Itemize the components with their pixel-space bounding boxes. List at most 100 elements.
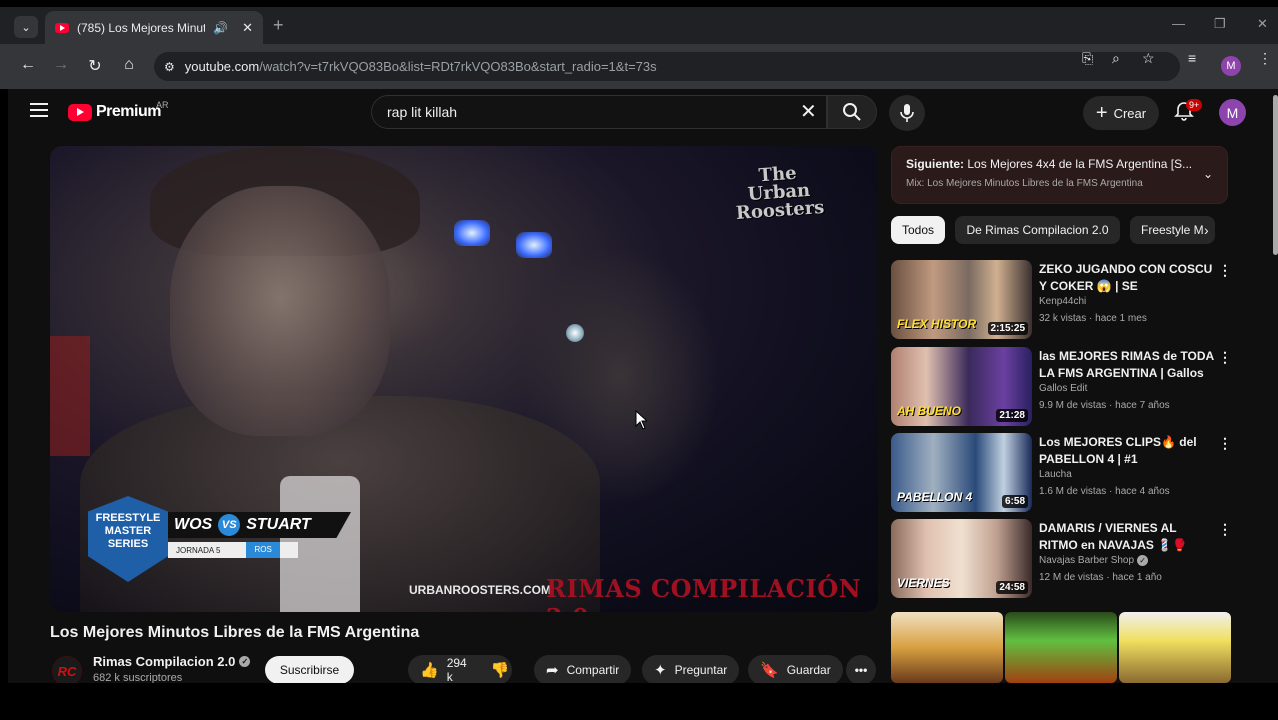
recommendation-title[interactable]: DAMARIS / VIERNES AL RITMO en NAVAJAS 💈🥊 bbox=[1039, 520, 1214, 554]
chip-all[interactable]: Todos bbox=[891, 216, 946, 244]
up-next-card[interactable]: Siguiente: Los Mejores 4x4 de la FMS Arg… bbox=[891, 146, 1228, 204]
close-tab-icon[interactable]: ✕ bbox=[242, 20, 253, 36]
video-rapper-hand bbox=[520, 246, 720, 506]
duration-badge: 6:58 bbox=[1001, 495, 1028, 508]
share-button[interactable]: ➦ Compartir bbox=[534, 655, 632, 683]
like-count[interactable]: 294 k bbox=[447, 656, 467, 683]
video-thumbnail[interactable]: FLEX HISTOR 2:15:25 bbox=[891, 260, 1032, 339]
mic-reflection bbox=[566, 324, 584, 342]
chevron-right-icon[interactable]: › bbox=[1204, 222, 1209, 238]
media-control-icon[interactable]: ≡ bbox=[1188, 50, 1196, 66]
more-actions-button[interactable]: ••• bbox=[846, 655, 876, 683]
forward-icon[interactable]: → bbox=[51, 56, 71, 74]
more-vertical-icon[interactable]: ⋮ bbox=[1218, 521, 1232, 538]
menu-icon[interactable] bbox=[30, 103, 48, 117]
restore-icon[interactable]: ❐ bbox=[1214, 16, 1226, 32]
verified-icon: ✓ bbox=[1137, 555, 1149, 566]
notification-badge: 9+ bbox=[1186, 99, 1203, 111]
voice-search-button[interactable] bbox=[889, 95, 925, 131]
chip-freestyle[interactable]: Freestyle M bbox=[1130, 216, 1215, 244]
country-code: AR bbox=[156, 100, 169, 110]
reload-icon[interactable]: ↻ bbox=[85, 56, 105, 76]
shorts-row bbox=[891, 612, 1231, 683]
thumbnail-caption: PABELLON 4 bbox=[897, 490, 973, 504]
dislike-icon[interactable]: 👎 bbox=[491, 661, 510, 679]
video-site-watermark: URBANROOSTERS.COM bbox=[409, 583, 552, 597]
next-title-line: Siguiente: Los Mejores 4x4 de la FMS Arg… bbox=[906, 157, 1191, 171]
short-thumbnail[interactable] bbox=[1005, 612, 1117, 683]
battle-versus-bar: WOS VS STUART bbox=[168, 512, 351, 538]
back-icon[interactable]: ← bbox=[18, 56, 38, 74]
duration-badge: 24:58 bbox=[996, 581, 1028, 594]
subscribe-button[interactable]: Suscribirse bbox=[265, 656, 354, 683]
recommendation-channel[interactable]: Laucha bbox=[1039, 469, 1072, 480]
video-thumbnail[interactable]: AH BUENO 21:28 bbox=[891, 347, 1032, 426]
save-button[interactable]: 🔖 Guardar bbox=[748, 655, 843, 683]
recommendation-title[interactable]: ZEKO JUGANDO CON COSCU Y COKER 😱 | SE DE… bbox=[1039, 261, 1214, 295]
browser-menu-icon[interactable]: ⋮ bbox=[1258, 50, 1272, 67]
create-button[interactable]: + Crear bbox=[1083, 96, 1159, 130]
browser-profile-avatar[interactable]: M bbox=[1221, 56, 1241, 76]
more-vertical-icon[interactable]: ⋮ bbox=[1218, 435, 1232, 452]
video-title: Los Mejores Minutos Libres de la FMS Arg… bbox=[50, 624, 420, 641]
video-player[interactable]: The Urban Roosters FREESTYLE MASTER SERI… bbox=[50, 146, 878, 612]
ask-label: Preguntar bbox=[674, 663, 728, 677]
youtube-play-icon bbox=[68, 103, 92, 121]
clear-search-icon[interactable]: ✕ bbox=[800, 99, 817, 124]
thumbnail-caption: VIERNES bbox=[897, 576, 950, 590]
thumbnail-caption: FLEX HISTOR bbox=[897, 317, 977, 331]
search-button[interactable] bbox=[827, 95, 877, 129]
like-icon[interactable]: 👍 bbox=[420, 661, 439, 679]
youtube-logo[interactable]: Premium bbox=[68, 103, 161, 121]
address-bar[interactable]: ⚙ youtube.com/watch?v=t7rkVQO83Bo&list=R… bbox=[154, 52, 1180, 81]
close-window-icon[interactable]: ✕ bbox=[1257, 16, 1268, 32]
chevron-down-icon[interactable]: ⌄ bbox=[1203, 167, 1213, 181]
tab-title: (785) Los Mejores Minutos Libres de la F… bbox=[77, 20, 206, 35]
video-thumbnail[interactable]: PABELLON 4 6:58 bbox=[891, 433, 1032, 512]
recommendation-item[interactable]: AH BUENO 21:28 las MEJORES RIMAS de TODA… bbox=[891, 347, 1232, 427]
tab-search-chevron-icon[interactable]: ⌄ bbox=[14, 16, 38, 38]
channel-avatar[interactable]: RC bbox=[52, 656, 82, 683]
recommendation-meta: 9.9 M de vistas · hace 7 años bbox=[1039, 400, 1170, 411]
ask-button[interactable]: ✦ Preguntar bbox=[642, 655, 740, 683]
recommendation-item[interactable]: FLEX HISTOR 2:15:25 ZEKO JUGANDO CON COS… bbox=[891, 260, 1232, 340]
short-thumbnail[interactable] bbox=[1119, 612, 1231, 683]
jornada-label: JORNADA 5 bbox=[176, 545, 221, 555]
recommendation-channel[interactable]: Kenp44chi bbox=[1039, 296, 1086, 307]
duration-badge: 2:15:25 bbox=[987, 322, 1028, 335]
recommendation-channel[interactable]: Gallos Edit bbox=[1039, 383, 1087, 394]
plus-icon: + bbox=[1095, 101, 1108, 124]
recommendation-title[interactable]: las MEJORES RIMAS de TODA LA FMS ARGENTI… bbox=[1039, 348, 1214, 382]
recommendation-item[interactable]: PABELLON 4 6:58 Los MEJORES CLIPS🔥 del P… bbox=[891, 433, 1232, 513]
minimize-icon[interactable]: — bbox=[1172, 16, 1185, 31]
search-input[interactable]: rap lit killah bbox=[371, 95, 827, 129]
chip-channel[interactable]: De Rimas Compilacion 2.0 bbox=[955, 216, 1120, 244]
video-thumbnail[interactable]: VIERNES 24:58 bbox=[891, 519, 1032, 598]
channel-name[interactable]: Rimas Compilacion 2.0 ✓ bbox=[93, 654, 251, 669]
more-vertical-icon[interactable]: ⋮ bbox=[1218, 349, 1232, 366]
recommendation-title[interactable]: Los MEJORES CLIPS🔥 del PABELLON 4 | #1 bbox=[1039, 434, 1214, 468]
player1-name: WOS bbox=[174, 516, 213, 533]
home-icon[interactable]: ⌂ bbox=[119, 56, 139, 74]
zoom-icon[interactable]: ⌕ bbox=[1112, 50, 1120, 67]
next-label: Siguiente: bbox=[906, 157, 965, 171]
like-dislike-group: 👍 294 k 👎 bbox=[408, 655, 512, 683]
account-avatar[interactable]: M bbox=[1219, 99, 1246, 126]
page-scrollbar[interactable] bbox=[1273, 95, 1278, 255]
site-settings-icon[interactable]: ⚙ bbox=[164, 60, 175, 74]
stage-light bbox=[516, 232, 552, 258]
mix-title: Mix: Los Mejores Minutos Libres de la FM… bbox=[906, 178, 1143, 189]
speaker-icon[interactable]: 🔊 bbox=[213, 21, 228, 35]
install-app-icon[interactable]: ⎘ bbox=[1082, 50, 1093, 67]
recommendation-item[interactable]: VIERNES 24:58 DAMARIS / VIERNES AL RITMO… bbox=[891, 519, 1232, 599]
recommendation-meta: 1.6 M de vistas · hace 4 años bbox=[1039, 486, 1170, 497]
recommendation-channel[interactable]: Navajas Barber Shop ✓ bbox=[1039, 555, 1149, 566]
new-tab-icon[interactable]: + bbox=[273, 15, 284, 36]
save-label: Guardar bbox=[786, 663, 831, 677]
more-vertical-icon[interactable]: ⋮ bbox=[1218, 262, 1232, 279]
short-thumbnail[interactable] bbox=[891, 612, 1003, 683]
bookmark-star-icon[interactable]: ☆ bbox=[1142, 50, 1155, 67]
share-icon: ➦ bbox=[546, 662, 559, 679]
browser-tab-active[interactable]: (785) Los Mejores Minutos Libres de la F… bbox=[45, 11, 263, 44]
youtube-header: Premium AR rap lit killah ✕ + Crear 9+ M bbox=[8, 89, 1278, 137]
